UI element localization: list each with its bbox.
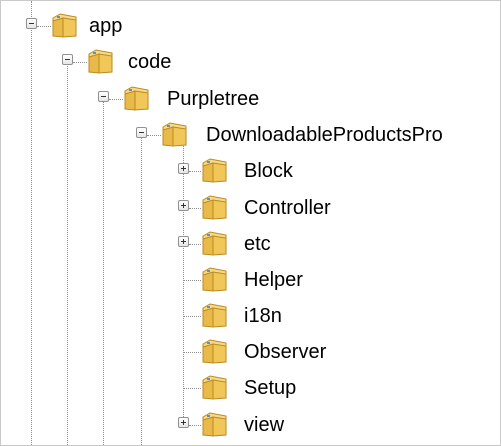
tree-node-controller[interactable]: Controller [1, 190, 381, 226]
tree-node-etc[interactable]: etc [1, 226, 321, 262]
tree-node-label: Purpletree [167, 88, 260, 110]
folder-icon [51, 12, 78, 38]
folder-icon [201, 157, 228, 183]
collapse-minus-icon[interactable] [62, 54, 73, 65]
collapse-minus-icon[interactable] [136, 127, 147, 138]
tree-node-app[interactable]: app [1, 8, 201, 44]
expand-plus-icon[interactable] [178, 236, 189, 247]
tree-node-label: Controller [244, 197, 331, 219]
folder-icon [201, 230, 228, 256]
tree-node-label: Helper [244, 269, 303, 291]
folder-icon [201, 194, 228, 220]
folder-icon [87, 48, 114, 74]
tree-node-label: Block [244, 160, 293, 182]
tree-node-code[interactable]: code [1, 44, 241, 80]
tree-node-helper[interactable]: Helper [1, 262, 341, 298]
expand-plus-icon[interactable] [178, 417, 189, 428]
tree-node-label: DownloadableProductsPro [206, 124, 443, 146]
tree-node-label: Setup [244, 377, 297, 399]
tree-node-setup[interactable]: Setup [1, 370, 341, 406]
tree-node-label: i18n [244, 305, 282, 327]
tree-node-view[interactable]: view [1, 407, 321, 443]
folder-tree: app code Purpletree DownloadableProducts… [1, 1, 500, 445]
tree-node-label: app [89, 15, 123, 37]
folder-tree-panel: app code Purpletree DownloadableProducts… [0, 0, 501, 446]
expand-plus-icon[interactable] [178, 200, 189, 211]
tree-node-label: Observer [244, 341, 327, 363]
folder-icon [201, 302, 228, 328]
folder-icon [123, 85, 150, 111]
tree-node-downloadableproductspro[interactable]: DownloadableProductsPro [1, 117, 496, 153]
folder-icon [201, 411, 228, 437]
tree-node-purpletree[interactable]: Purpletree [1, 81, 301, 117]
tree-node-i18n[interactable]: i18n [1, 298, 321, 334]
folder-icon [161, 121, 188, 147]
tree-node-label: etc [244, 233, 271, 255]
folder-icon [201, 266, 228, 292]
folder-icon [201, 374, 228, 400]
tree-node-label: code [128, 51, 172, 73]
collapse-minus-icon[interactable] [98, 91, 109, 102]
tree-node-label: view [244, 414, 285, 436]
collapse-minus-icon[interactable] [26, 18, 37, 29]
folder-icon [201, 338, 228, 364]
tree-node-observer[interactable]: Observer [1, 334, 371, 370]
expand-plus-icon[interactable] [178, 163, 189, 174]
tree-node-block[interactable]: Block [1, 153, 361, 189]
